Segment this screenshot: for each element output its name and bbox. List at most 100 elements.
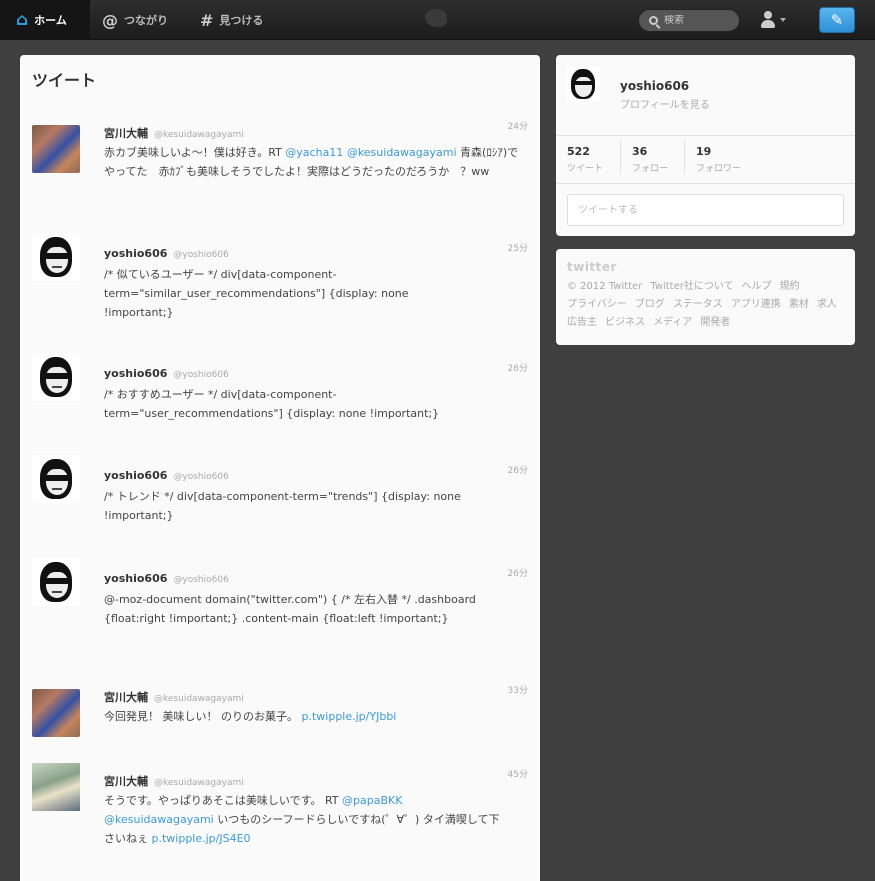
tweet-header: yoshio606 @yoshio606	[104, 572, 229, 585]
tweet-text-part: 今回発見！ 美味しい！ のりのお菓子。	[104, 710, 302, 723]
twitter-logo: twitter	[567, 260, 617, 274]
nav-home-tab[interactable]: ⌂ ホーム	[0, 0, 90, 40]
nav-connect-label: つながり	[124, 14, 168, 27]
tweet-timestamp[interactable]: 24分	[508, 119, 528, 132]
tweet-author-name[interactable]: yoshio606	[104, 367, 167, 380]
compose-tweet-button[interactable]: ✎	[819, 7, 855, 33]
nav-discover-label: 見つける	[219, 14, 264, 27]
tweet-author-handle[interactable]: @yoshio606	[173, 250, 228, 260]
tweet-author-handle[interactable]: @yoshio606	[173, 370, 228, 380]
avatar[interactable]	[32, 353, 80, 401]
footer-card: twitter © 2012 Twitter Twitter社について ヘルプ …	[556, 249, 855, 345]
divider	[556, 183, 855, 184]
tweet-author-handle[interactable]: @kesuidawagayami	[154, 778, 244, 788]
tweet-timestamp[interactable]: 45分	[508, 767, 528, 780]
tweet-author-handle[interactable]: @yoshio606	[173, 575, 228, 585]
tweet-author-handle[interactable]: @kesuidawagayami	[154, 130, 244, 140]
hashtag-icon: #	[200, 10, 214, 30]
tweet-header: yoshio606 @yoshio606	[104, 247, 229, 260]
tweet-timestamp[interactable]: 33分	[508, 683, 528, 696]
tweet-timestamp[interactable]: 26分	[508, 463, 528, 476]
footer-link[interactable]: 求人	[817, 296, 837, 314]
footer-link[interactable]: ステータス	[673, 296, 723, 314]
compose-icon: ✎	[830, 11, 844, 29]
tweet-author-name[interactable]: 宮川大輔	[104, 125, 148, 141]
panel-title: ツイート	[32, 71, 97, 90]
tweet-header: yoshio606 @yoshio606	[104, 367, 229, 380]
tweet-author-handle[interactable]: @yoshio606	[173, 472, 228, 482]
tweet-author-name[interactable]: 宮川大輔	[104, 689, 148, 705]
avatar[interactable]	[32, 455, 80, 503]
mention-link[interactable]: @kesuidawagayami	[347, 146, 457, 159]
tweet-compose-input[interactable]	[567, 194, 844, 226]
footer-link[interactable]: メディア	[653, 314, 692, 332]
mention-link[interactable]: @kesuidawagayami	[104, 813, 214, 826]
stat-number: 522	[567, 145, 590, 158]
tweet-text: /* トレンド */ div[data-component-term="tren…	[104, 490, 461, 522]
tweet-header: 宮川大輔 @kesuidawagayami	[104, 689, 244, 705]
tweet-author-name[interactable]: yoshio606	[104, 469, 167, 482]
tweet-text: そうです。やっぱりあそこは美味しいです。 RT @papaBKK @kesuid…	[104, 791, 509, 848]
tweet-header: yoshio606 @yoshio606	[104, 469, 229, 482]
nav-connect-tab[interactable]: @ つながり	[102, 0, 168, 40]
footer-link[interactable]: プライバシー	[567, 296, 627, 314]
search-box	[638, 9, 740, 32]
stat-number: 36	[632, 145, 648, 158]
twitter-bird-icon[interactable]	[425, 9, 447, 27]
tweet-text-part: そうです。やっぱりあそこは美味しいです。 RT	[104, 794, 343, 807]
view-profile-link[interactable]: プロフィールを見る	[620, 96, 710, 111]
tweet-text: 今回発見！ 美味しい！ のりのお菓子。 p.twipple.jp/YJbbi	[104, 707, 524, 726]
nav-home-label: ホーム	[34, 14, 67, 27]
mention-link[interactable]: @papaBKK	[342, 794, 402, 807]
footer-link[interactable]: ビジネス	[605, 314, 645, 332]
at-sign-icon: @	[102, 10, 118, 30]
stat-label: フォロワー	[696, 164, 742, 174]
search-input[interactable]	[664, 15, 734, 26]
tweet-text: 赤カブ美味しいよ～！僕は好き。RT @yacha11 @kesuidawagay…	[104, 143, 524, 181]
tweet-author-handle[interactable]: @kesuidawagayami	[154, 694, 244, 704]
profile-avatar[interactable]	[566, 67, 600, 101]
avatar[interactable]	[32, 233, 80, 281]
stat-following[interactable]: 36 フォロー	[632, 145, 668, 174]
footer-link[interactable]: Twitter社について	[650, 278, 733, 296]
nav-discover-tab[interactable]: # 見つける	[200, 0, 263, 40]
photo-link[interactable]: p.twipple.jp/JS4E0	[152, 832, 251, 845]
footer-link[interactable]: 広告主	[567, 314, 597, 332]
user-menu-button[interactable]	[760, 8, 794, 32]
tweet-author-name[interactable]: yoshio606	[104, 247, 167, 260]
tweet-text: /* おすすめユーザー */ div[data-component-term="…	[104, 388, 440, 420]
footer-link[interactable]: 規約	[780, 278, 800, 296]
tweet-header: 宮川大輔 @kesuidawagayami	[104, 125, 244, 141]
tweet-text: @-moz-document domain("twitter.com") { /…	[104, 593, 476, 625]
tweet-timestamp[interactable]: 25分	[508, 241, 528, 254]
profile-card: yoshio606 プロフィールを見る 522 ツイート 36 フォロー 19 …	[556, 55, 855, 236]
divider	[556, 135, 855, 136]
tweet-timestamp[interactable]: 26分	[508, 361, 528, 374]
avatar[interactable]	[32, 558, 80, 606]
avatar[interactable]	[32, 125, 80, 173]
stat-followers[interactable]: 19 フォロワー	[696, 145, 741, 174]
tweet-author-name[interactable]: 宮川大輔	[104, 773, 148, 789]
footer-links: © 2012 Twitter Twitter社について ヘルプ 規約 プライバシ…	[567, 278, 847, 332]
tweet-header: 宮川大輔 @kesuidawagayami	[104, 773, 244, 789]
search-icon[interactable]	[649, 16, 658, 25]
avatar[interactable]	[32, 763, 80, 811]
footer-link[interactable]: ブログ	[635, 296, 665, 314]
avatar[interactable]	[32, 689, 80, 737]
stat-label: フォロー	[632, 164, 669, 174]
footer-link[interactable]: 開発者	[700, 314, 730, 332]
stat-divider	[620, 139, 621, 175]
photo-link[interactable]: p.twipple.jp/YJbbi	[302, 710, 397, 723]
user-icon	[760, 11, 776, 29]
stat-divider	[684, 139, 685, 175]
footer-link[interactable]: 素材	[789, 296, 809, 314]
mention-link[interactable]: @yacha11	[285, 146, 343, 159]
footer-link[interactable]: ヘルプ	[742, 278, 772, 296]
tweet-author-name[interactable]: yoshio606	[104, 572, 167, 585]
footer-link[interactable]: アプリ連携	[731, 296, 781, 314]
tweet-timestamp[interactable]: 26分	[508, 566, 528, 579]
profile-name[interactable]: yoshio606	[620, 79, 689, 93]
tweet-text: /* 似ているユーザー */ div[data-component-term="…	[104, 268, 409, 319]
stat-tweets[interactable]: 522 ツイート	[567, 145, 603, 174]
tweets-panel: ツイート 宮川大輔 @kesuidawagayami 24分 赤カブ美味しいよ～…	[20, 55, 540, 881]
